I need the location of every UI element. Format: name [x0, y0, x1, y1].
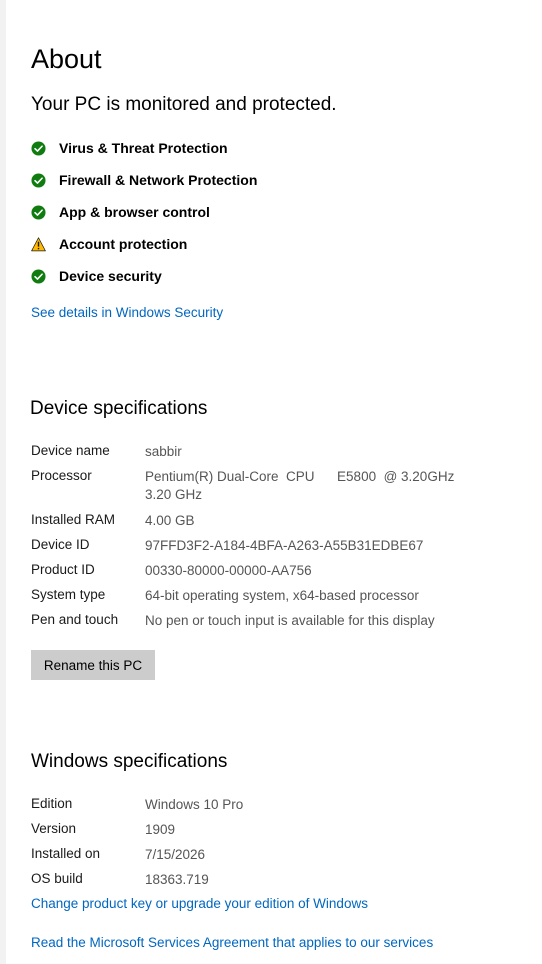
protection-item-label: Device security	[59, 268, 162, 284]
spec-value: 4.00 GB	[145, 513, 195, 528]
spec-value: 97FFD3F2-A184-4BFA-A263-A55B31EDBE67	[145, 538, 424, 553]
spec-label: System type	[31, 587, 106, 602]
spec-label: Installed on	[31, 846, 101, 861]
spec-label: Version	[31, 821, 77, 836]
protection-item-virus: Virus & Threat Protection	[31, 138, 228, 158]
rename-pc-button[interactable]: Rename this PC	[31, 650, 155, 680]
spec-value: 18363.719	[145, 872, 209, 887]
services-agreement-link[interactable]: Read the Microsoft Services Agreement th…	[31, 935, 433, 950]
spec-value: 00330-80000-00000-AA756	[145, 563, 312, 578]
device-specs-heading: Device specifications	[30, 398, 208, 419]
spec-value: sabbir	[145, 444, 182, 459]
left-edge-strip	[0, 0, 6, 964]
spec-label: Device name	[31, 443, 110, 458]
spec-value: Windows 10 Pro	[145, 797, 244, 812]
spec-value: 1909	[145, 822, 176, 837]
spec-label: Installed RAM	[31, 512, 116, 527]
protection-item-label: Account protection	[59, 236, 188, 252]
check-circle-icon	[31, 172, 46, 188]
check-circle-icon	[31, 268, 46, 284]
protection-item-firewall: Firewall & Network Protection	[31, 170, 257, 190]
warning-triangle-icon	[31, 236, 46, 251]
spec-value: Pentium(R) Dual-Core CPU E5800 @ 3.20GHz…	[145, 469, 455, 502]
windows-specs-heading: Windows specifications	[31, 751, 228, 772]
spec-label: Pen and touch	[31, 612, 119, 627]
spec-value: No pen or touch input is available for t…	[145, 613, 435, 628]
protection-item-label: Virus & Threat Protection	[59, 140, 228, 156]
protection-status-heading: Your PC is monitored and protected.	[31, 94, 337, 115]
spec-label: Processor	[31, 468, 92, 483]
spec-value: 64-bit operating system, x64-based proce…	[145, 588, 419, 603]
protection-item-label: Firewall & Network Protection	[59, 172, 258, 188]
protection-item-account: Account protection	[31, 234, 187, 254]
windows-security-details-link[interactable]: See details in Windows Security	[31, 305, 223, 320]
spec-value: 7/15/2026	[145, 847, 206, 862]
check-circle-icon	[31, 204, 46, 220]
protection-item-app-browser: App & browser control	[31, 202, 210, 222]
check-circle-icon	[31, 140, 46, 156]
change-product-key-link[interactable]: Change product key or upgrade your editi…	[31, 896, 368, 911]
spec-label: Device ID	[31, 537, 90, 552]
spec-label: OS build	[31, 871, 83, 886]
about-page: About Your PC is monitored and protected…	[0, 0, 542, 964]
protection-item-device-security: Device security	[31, 266, 162, 286]
spec-label: Edition	[31, 796, 73, 811]
spec-label: Product ID	[31, 562, 95, 577]
protection-item-label: App & browser control	[59, 204, 210, 220]
page-title: About	[31, 44, 102, 74]
